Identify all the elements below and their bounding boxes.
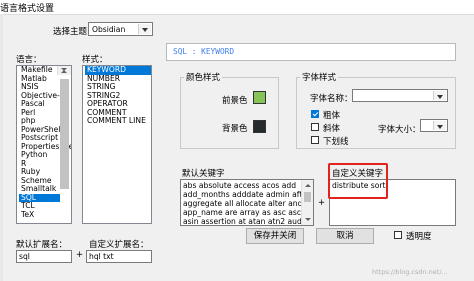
window-title: 语言格式设置 (0, 4, 55, 14)
preview-box: SQL : KEYWORD (166, 43, 456, 61)
window-frame (0, 14, 3, 281)
custom-ext-value: hql txt (89, 252, 114, 261)
scroll-up-icon[interactable] (302, 180, 313, 191)
font-name-label: 字体名称： (310, 94, 353, 104)
style-list[interactable]: KEYWORD NUMBER STRING STRING2 OPERATOR COMMEN… (82, 65, 152, 224)
cancel-button[interactable]: 取消 (316, 228, 374, 244)
theme-label: 选择主题 (53, 27, 88, 37)
language-scrollbar[interactable] (57, 66, 71, 189)
font-size-select[interactable] (420, 119, 448, 132)
font-size-label: 字体大小： (378, 125, 421, 135)
transparency-checkbox[interactable] (394, 231, 402, 239)
foreground-label: 前景色 (222, 96, 248, 106)
default-ext-value: sql (19, 252, 30, 261)
scroll-thumb[interactable] (304, 192, 311, 202)
bold-checkbox[interactable] (311, 110, 319, 118)
default-ext-input[interactable]: sql (16, 250, 72, 263)
chevron-down-icon[interactable] (138, 24, 151, 34)
background-label: 背景色 (222, 124, 248, 134)
bold-label: 粗体 (323, 111, 341, 121)
style-list-item[interactable]: COMMENT LINE (85, 116, 151, 126)
watermark: https://blog.csdn.net/... (372, 268, 448, 276)
color-style-label: 颜色样式 (184, 71, 223, 83)
default-ext-label: 默认扩展名： (16, 240, 68, 250)
default-keywords-textarea[interactable]: abs absolute access acos add add_months … (180, 179, 314, 226)
underline-checkbox[interactable] (311, 136, 319, 144)
save-close-button[interactable]: 保存并关闭 (246, 228, 304, 244)
chevron-down-icon[interactable] (433, 121, 446, 130)
transparency-label: 透明度 (406, 232, 432, 242)
default-keywords-label: 默认关键字 (182, 169, 225, 179)
chevron-down-icon[interactable] (433, 91, 446, 100)
font-style-label: 字体样式 (300, 71, 339, 83)
theme-select[interactable]: Obsidian (88, 22, 153, 36)
custom-ext-input[interactable]: hql txt (86, 250, 152, 263)
language-label: 语言： (16, 55, 42, 65)
style-label: 样式： (82, 55, 108, 65)
scroll-down-icon[interactable] (58, 66, 71, 75)
foreground-color-swatch[interactable] (253, 91, 266, 104)
underline-label: 下划线 (323, 137, 349, 147)
title-bar: 语言格式设置 (0, 0, 474, 15)
font-name-select[interactable] (352, 89, 448, 102)
preview-text: SQL : KEYWORD (173, 47, 235, 56)
italic-label: 斜体 (323, 124, 341, 134)
plus-sign: + (76, 250, 84, 260)
custom-ext-label: 自定义扩展名： (89, 240, 149, 250)
italic-checkbox[interactable] (311, 123, 319, 131)
language-list-item[interactable]: TeX (19, 210, 60, 220)
language-list[interactable]: Makefile Matlab NSIS Objective-C Pascal Perl p… (16, 65, 72, 224)
theme-select-value: Obsidian (92, 25, 126, 34)
color-style-group (180, 77, 279, 149)
default-keywords-text: abs absolute access acos add add_months … (183, 181, 313, 226)
scroll-thumb[interactable] (60, 79, 69, 189)
scroll-down-icon[interactable] (302, 214, 313, 225)
custom-keywords-highlight (328, 163, 388, 199)
plus-sign: + (318, 198, 326, 208)
background-color-swatch[interactable] (253, 120, 266, 133)
default-keywords-scrollbar[interactable] (301, 180, 313, 225)
font-style-group (296, 77, 456, 149)
